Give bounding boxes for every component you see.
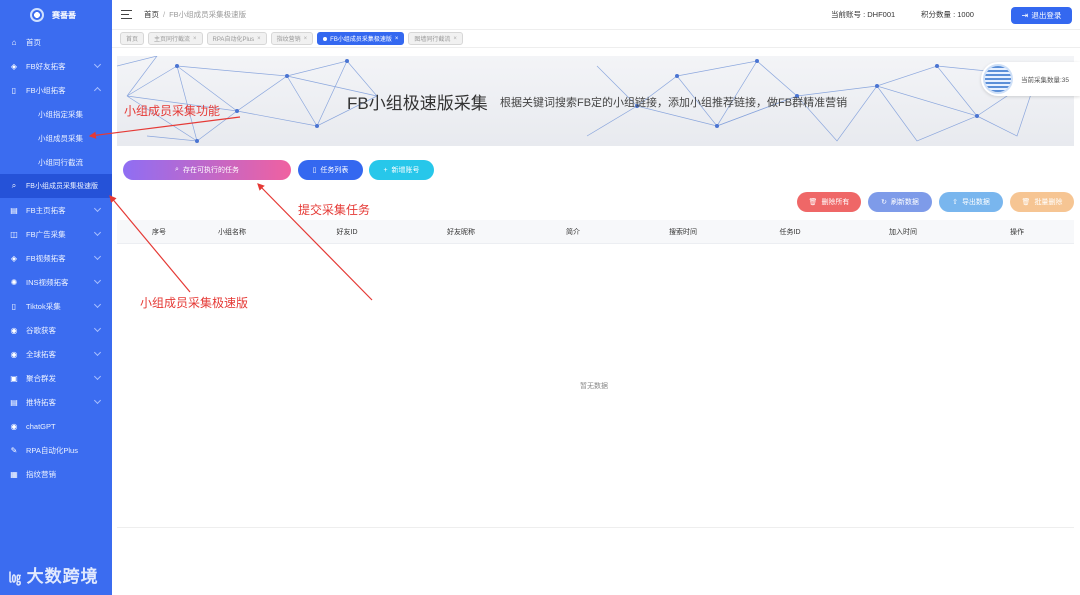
annotation-submit-task: 提交采集任务 — [298, 203, 371, 217]
annotation-arrow — [88, 116, 241, 139]
annotation-member-feature: 小组成员采集功能 — [124, 104, 221, 118]
annotation-fast-version: 小组成员采集极速版 — [140, 296, 249, 310]
annotation-arrow — [109, 195, 191, 293]
app-root: 赛番番 ⌂ 首页 ◈ FB好友拓客 ▯ FB小组拓客 小组指定采集 小组成员采集… — [0, 0, 1080, 595]
